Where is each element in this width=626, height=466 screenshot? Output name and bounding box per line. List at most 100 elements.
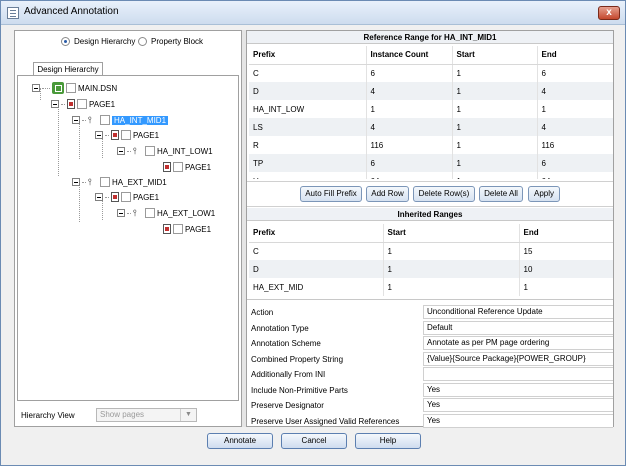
- reference-cell[interactable]: 6: [366, 64, 453, 82]
- reference-cell[interactable]: 1: [452, 118, 538, 136]
- collapse-icon[interactable]: [72, 116, 80, 124]
- property-row[interactable]: Preserve User Assigned Valid References Y…: [247, 413, 613, 429]
- tree-node-page1-e[interactable]: PAGE1: [163, 223, 211, 235]
- inherited-column-header[interactable]: Start: [383, 224, 520, 243]
- reference-cell[interactable]: HA_INT_LOW: [249, 100, 367, 118]
- inherited-cell[interactable]: C: [249, 242, 384, 260]
- inherited-ranges-grid[interactable]: Prefix Start End C 1 15 D 1 10 HA_EXT_MID 1 1: [249, 224, 613, 298]
- tree-node-page1-b[interactable]: PAGE1: [95, 129, 159, 141]
- inherited-cell[interactable]: D: [249, 260, 384, 278]
- reference-cell[interactable]: TP: [249, 154, 367, 172]
- annotate-button[interactable]: Annotate: [207, 433, 273, 449]
- reference-cell[interactable]: 1: [452, 136, 538, 154]
- reference-row[interactable]: U64164: [249, 172, 613, 179]
- collapse-icon[interactable]: [117, 209, 125, 217]
- reference-cell[interactable]: 1: [452, 154, 538, 172]
- inherited-cell[interactable]: 15: [519, 242, 613, 260]
- property-row[interactable]: Combined Property String {Value}{Source P…: [247, 351, 613, 367]
- collapse-icon[interactable]: [117, 147, 125, 155]
- tree-node-ha-int-mid1[interactable]: ⫯ HA_INT_MID1: [72, 114, 169, 126]
- reference-cell[interactable]: 1: [452, 64, 538, 82]
- node-checkbox[interactable]: [121, 192, 131, 202]
- hierarchy-view-select[interactable]: Show pages ▼: [96, 408, 197, 422]
- reference-cell[interactable]: LS: [249, 118, 367, 136]
- reference-cell[interactable]: 1: [537, 100, 613, 118]
- reference-cell[interactable]: 1: [452, 100, 538, 118]
- property-value[interactable]: Yes: [423, 382, 613, 397]
- tree-node-page1-c[interactable]: PAGE1: [163, 161, 211, 173]
- node-checkbox[interactable]: [100, 177, 110, 187]
- reference-cell[interactable]: 4: [537, 82, 613, 100]
- property-value[interactable]: Yes: [423, 398, 613, 412]
- property-value[interactable]: Annotate as per PM page ordering: [423, 336, 613, 350]
- reference-cell[interactable]: 116: [366, 136, 453, 154]
- reference-row[interactable]: C616: [249, 64, 613, 82]
- reference-cell[interactable]: D: [249, 82, 367, 100]
- reference-cell[interactable]: 4: [366, 118, 453, 136]
- tree-node-page1-d[interactable]: PAGE1: [95, 191, 159, 203]
- tree-node-ha-ext-low1[interactable]: ⫯ HA_EXT_LOW1: [117, 207, 215, 219]
- reference-row[interactable]: D414: [249, 82, 613, 100]
- cancel-button[interactable]: Cancel: [281, 433, 347, 449]
- tree-node-ha-ext-mid1[interactable]: ⫯ HA_EXT_MID1: [72, 176, 167, 188]
- collapse-icon[interactable]: [51, 100, 59, 108]
- design-tree[interactable]: MAIN.DSN PAGE1 ⫯ HA_INT_MID1 PAGE1 ⫯ HA_…: [17, 75, 239, 401]
- reference-cell[interactable]: 6: [537, 64, 613, 82]
- property-row[interactable]: Include Non-Primitive Parts Yes: [247, 382, 613, 398]
- delete-all-button[interactable]: Delete All: [479, 186, 523, 202]
- property-row[interactable]: Annotation Type Default: [247, 320, 613, 336]
- property-row[interactable]: Additionally From INI: [247, 366, 613, 382]
- tree-node-page1[interactable]: PAGE1: [51, 98, 115, 110]
- reference-cell[interactable]: 4: [537, 118, 613, 136]
- reference-column-header[interactable]: Prefix: [249, 46, 367, 65]
- property-row[interactable]: Action Unconditional Reference Update: [247, 304, 613, 320]
- inherited-row[interactable]: D 1 10: [249, 260, 613, 278]
- reference-range-grid[interactable]: Prefix Instance Count Start End C 6 1 6 D 4 1 4 HA_…: [249, 46, 613, 179]
- apply-button[interactable]: Apply: [528, 186, 560, 202]
- reference-cell[interactable]: 1: [452, 82, 538, 100]
- radio-design-hierarchy[interactable]: Design Hierarchy: [61, 35, 135, 47]
- inherited-cell[interactable]: 1: [519, 278, 613, 296]
- inherited-cell[interactable]: 1: [383, 278, 520, 296]
- property-value[interactable]: Default: [423, 320, 613, 335]
- collapse-icon[interactable]: [95, 131, 103, 139]
- radio-property-block[interactable]: Property Block: [138, 35, 203, 47]
- inherited-cell[interactable]: HA_EXT_MID: [249, 278, 384, 296]
- node-checkbox[interactable]: [66, 83, 76, 93]
- reference-cell[interactable]: 116: [537, 136, 613, 154]
- collapse-icon[interactable]: [72, 178, 80, 186]
- inherited-cell[interactable]: 1: [383, 260, 520, 278]
- reference-cell[interactable]: 1: [366, 100, 453, 118]
- reference-row[interactable]: HA_INT_LOW 1 1 1: [249, 100, 613, 118]
- inherited-column-header[interactable]: End: [519, 224, 613, 243]
- node-checkbox[interactable]: [121, 130, 131, 140]
- reference-column-header[interactable]: Start: [452, 46, 538, 65]
- reference-cell[interactable]: 4: [366, 82, 453, 100]
- inherited-column-header[interactable]: Prefix: [249, 224, 384, 243]
- reference-cell[interactable]: 64: [537, 172, 613, 179]
- reference-cell[interactable]: 6: [537, 154, 613, 172]
- tree-node-ha-int-low1[interactable]: ⫯ HA_INT_LOW1: [117, 145, 213, 157]
- delete-rows-button[interactable]: Delete Row(s): [413, 186, 475, 202]
- inherited-row[interactable]: C 1 15: [249, 242, 613, 260]
- reference-row[interactable]: TP 6 1 6: [249, 154, 613, 172]
- node-checkbox[interactable]: [145, 208, 155, 218]
- add-row-button[interactable]: Add Row: [366, 186, 409, 202]
- help-button[interactable]: Help: [355, 433, 421, 449]
- close-button[interactable]: x: [598, 6, 620, 20]
- property-value[interactable]: {Value}{Source Package}{POWER_GROUP}: [423, 351, 613, 366]
- title-bar[interactable]: Advanced Annotation x: [1, 1, 625, 25]
- reference-row[interactable]: R 116 1 116: [249, 136, 613, 154]
- auto-fill-prefix-button[interactable]: Auto Fill Prefix: [300, 186, 362, 202]
- property-value[interactable]: [423, 367, 613, 381]
- inherited-row[interactable]: HA_EXT_MID 1 1: [249, 278, 613, 296]
- property-value[interactable]: Unconditional Reference Update: [423, 305, 613, 319]
- reference-cell[interactable]: 6: [366, 154, 453, 172]
- tab-design-hierarchy[interactable]: Design Hierarchy: [33, 62, 103, 76]
- property-row[interactable]: Annotation Scheme Annotate as per PM page…: [247, 335, 613, 351]
- inherited-cell[interactable]: 10: [519, 260, 613, 278]
- reference-row[interactable]: LS 4 1 4: [249, 118, 613, 136]
- collapse-icon[interactable]: [32, 84, 40, 92]
- node-checkbox[interactable]: [77, 99, 87, 109]
- reference-cell[interactable]: R: [249, 136, 367, 154]
